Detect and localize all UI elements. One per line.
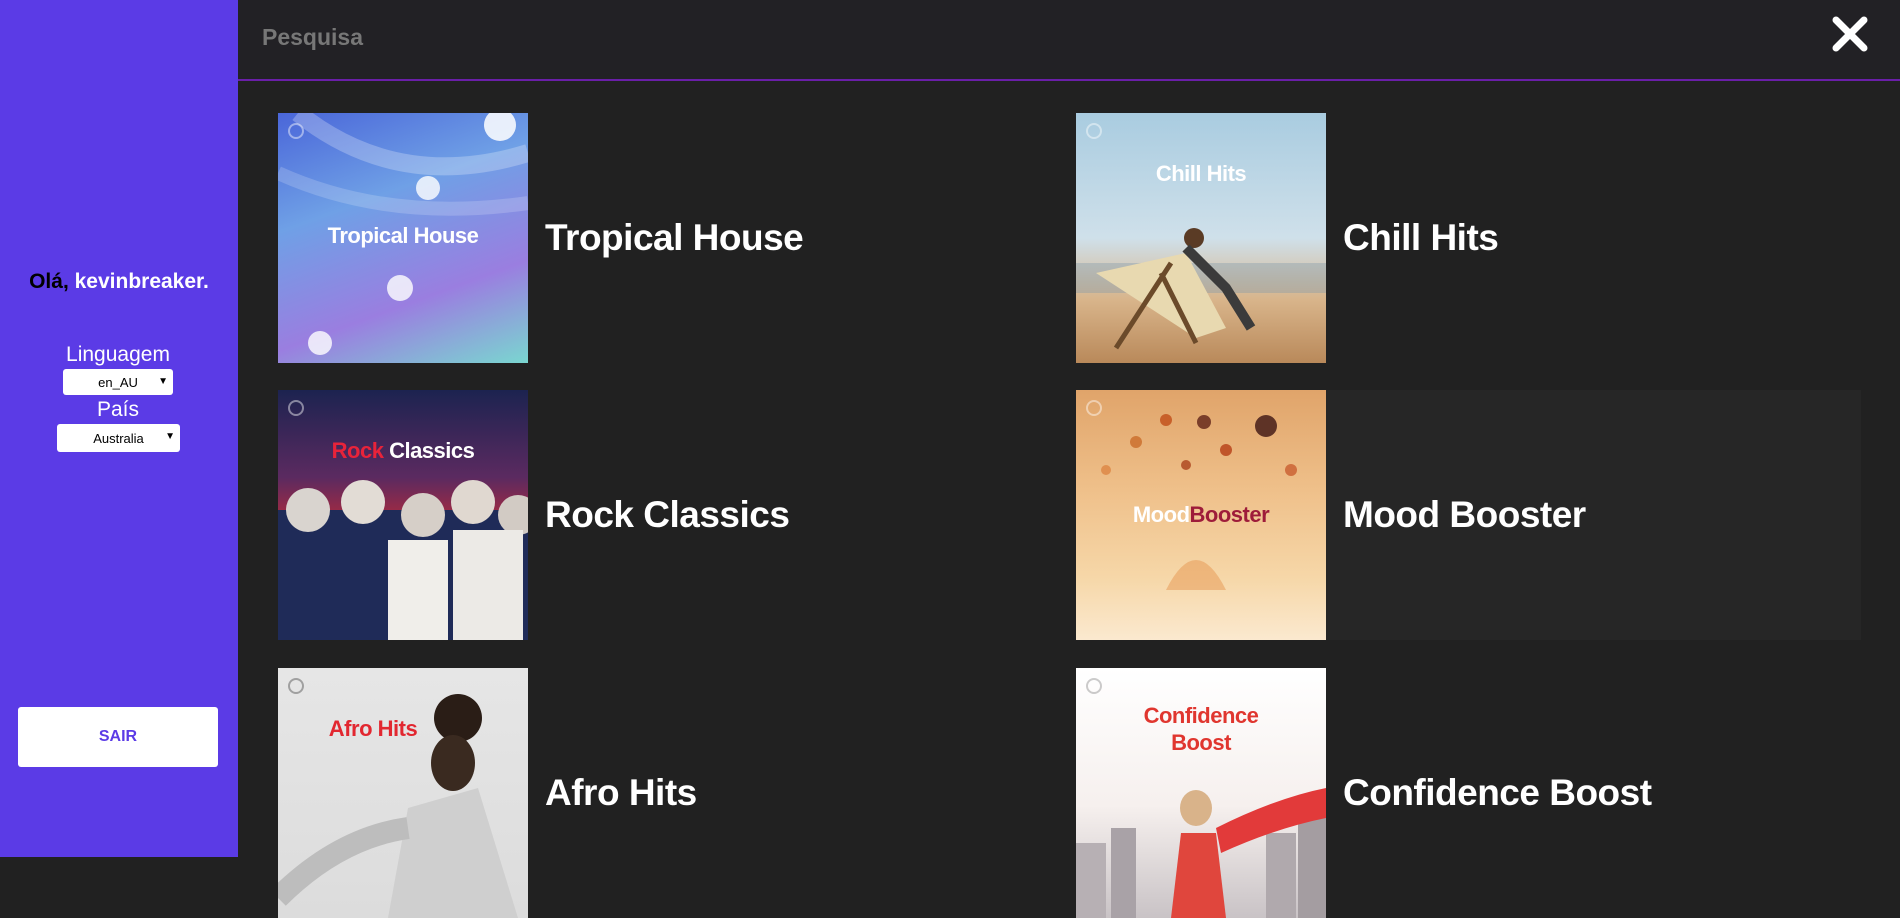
cover-title-part: Confidence — [1143, 703, 1259, 728]
greeting: Olá, kevinbreaker. — [0, 270, 238, 294]
cover-title-part: Booster — [1189, 502, 1270, 527]
playlist-card-mood-booster[interactable]: MoodBooster Mood Booster — [1076, 390, 1861, 640]
playlist-card-afro-hits[interactable]: Afro Hits Afro Hits — [278, 668, 1063, 918]
spotify-icon — [288, 400, 304, 416]
playlist-cover: Afro Hits — [278, 668, 528, 918]
spotify-icon — [1086, 400, 1102, 416]
playlist-cover: MoodBooster — [1076, 390, 1326, 640]
spotify-icon — [288, 123, 304, 139]
dropdown-arrow-icon: ▼ — [165, 431, 175, 442]
close-icon[interactable] — [1830, 14, 1870, 54]
playlist-name: Afro Hits — [545, 772, 697, 813]
playlist-grid: Tropical House Tropical House Chill Hits… — [278, 113, 1862, 918]
playlist-cover: Chill Hits — [1076, 113, 1326, 363]
spotify-icon — [1086, 123, 1102, 139]
playlist-name: Rock Classics — [545, 494, 790, 535]
playlist-card-rock-classics[interactable]: Rock Classics Rock Classics — [278, 390, 1063, 640]
dropdown-arrow-icon: ▼ — [158, 376, 168, 387]
playlist-cover: Confidence Boost — [1076, 668, 1326, 918]
playlist-name: Mood Booster — [1343, 494, 1586, 535]
country-label: País — [96, 398, 140, 421]
playlist-card-tropical-house[interactable]: Tropical House Tropical House — [278, 113, 1063, 363]
search-bar — [238, 0, 1900, 81]
language-label: Linguagem — [66, 343, 170, 366]
playlist-cover: Tropical House — [278, 113, 528, 363]
language-select[interactable]: en_AU ▼ — [63, 369, 173, 395]
playlist-card-chill-hits[interactable]: Chill Hits Chill Hits — [1076, 113, 1861, 363]
artist-photo-art — [278, 694, 518, 918]
cover-title-part: Boost — [1171, 730, 1231, 755]
cover-title-part: Mood — [1132, 502, 1190, 527]
playlist-cover: Rock Classics — [278, 390, 528, 640]
country-select[interactable]: Australia ▼ — [57, 424, 180, 452]
cover-title: MoodBooster — [1076, 502, 1326, 528]
playlist-name: Confidence Boost — [1343, 772, 1652, 813]
cover-title-part: Classics — [389, 438, 475, 463]
playlist-name: Tropical House — [545, 217, 804, 258]
search-input[interactable]: Pesquisa — [262, 24, 363, 51]
cover-title: Confidence Boost — [1076, 702, 1326, 756]
cover-title: Afro Hits — [328, 716, 418, 741]
spotify-icon — [288, 678, 304, 694]
country-value: Australia — [93, 430, 144, 446]
playlist-card-confidence-boost[interactable]: Confidence Boost Confidence Boost — [1076, 668, 1861, 918]
playlist-name: Chill Hits — [1343, 217, 1499, 258]
cover-title: Chill Hits — [1155, 161, 1247, 186]
logout-button[interactable]: SAIR — [18, 707, 218, 767]
band-photo-art — [278, 480, 528, 640]
spotify-icon — [1086, 678, 1102, 694]
username: kevinbreaker. — [74, 270, 209, 293]
cover-title-part: Rock — [331, 438, 384, 463]
language-value: en_AU — [98, 374, 138, 390]
beach-chair-art — [1076, 228, 1326, 350]
sidebar: Olá, kevinbreaker. Linguagem en_AU ▼ Paí… — [0, 0, 238, 857]
greeting-hello: Olá, — [29, 270, 69, 293]
cover-title: Tropical House — [327, 223, 479, 248]
cover-title: Rock Classics — [278, 438, 528, 464]
